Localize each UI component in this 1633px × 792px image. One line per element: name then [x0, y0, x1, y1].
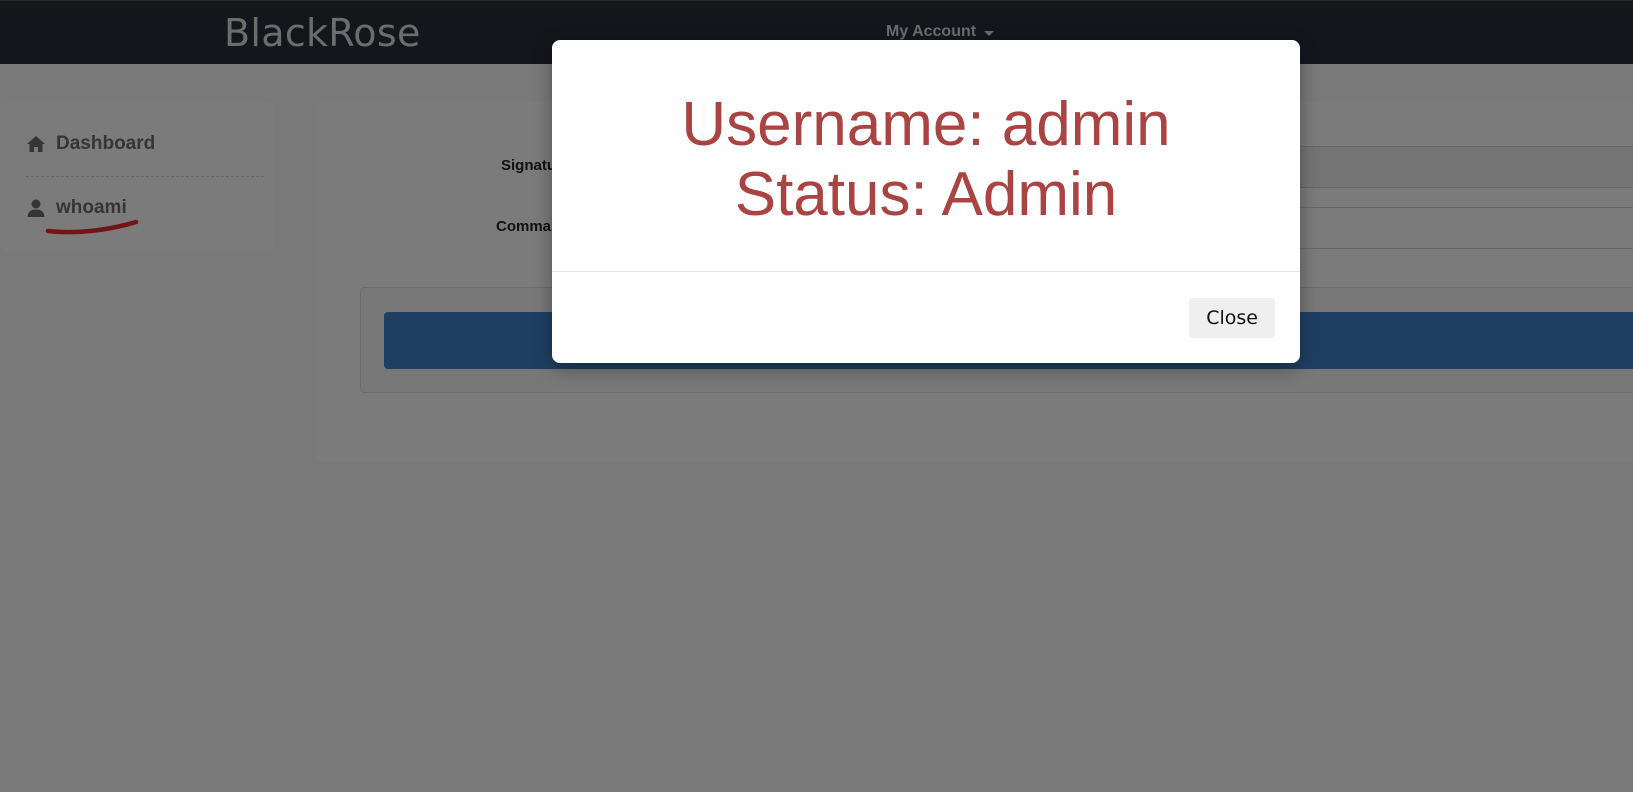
whoami-modal: Username: admin Status: Admin Close [552, 40, 1300, 363]
close-button[interactable]: Close [1189, 298, 1275, 338]
username-text: Username: admin [681, 89, 1171, 159]
modal-body: Username: admin Status: Admin [552, 40, 1300, 271]
modal-footer: Close [552, 271, 1300, 363]
status-text: Status: Admin [734, 159, 1118, 229]
